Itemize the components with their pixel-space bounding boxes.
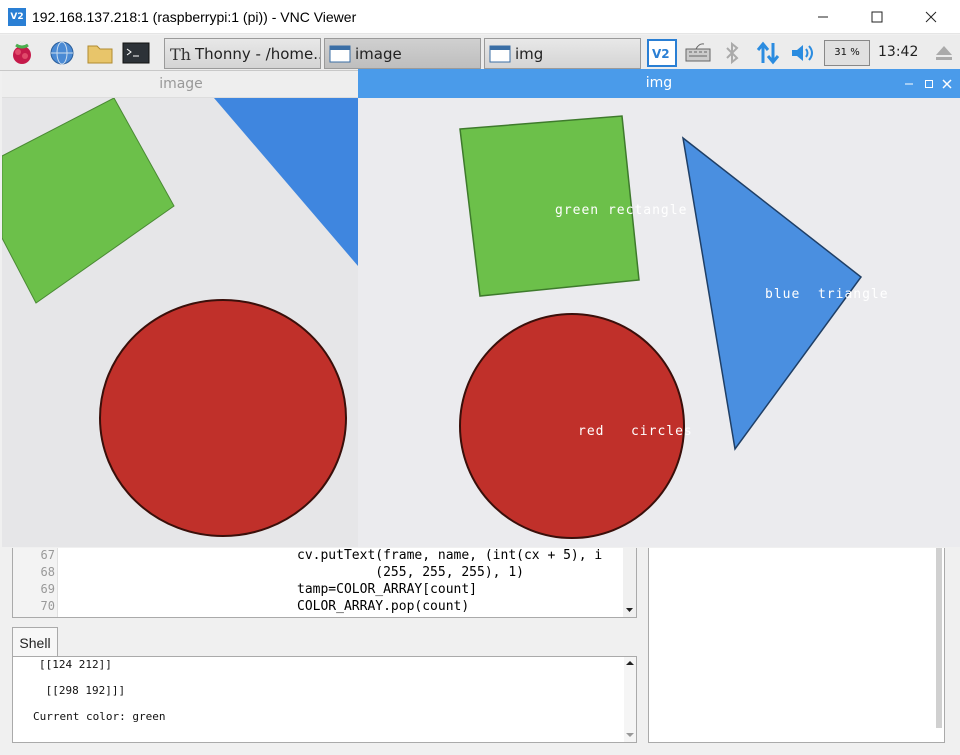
task-img[interactable]: img (484, 38, 641, 69)
bluetooth-icon (726, 41, 739, 65)
speaker-icon (792, 45, 813, 61)
network-button[interactable] (754, 39, 782, 67)
image-window[interactable]: image (2, 71, 360, 547)
code-line: tamp=COLOR_ARRAY[count] (297, 582, 478, 597)
assistant-pane[interactable] (648, 548, 945, 743)
keyboard-button[interactable] (684, 39, 712, 67)
taskbar-panel: Th Thonny - /home... image img V2 31 % 1… (0, 35, 960, 71)
clock: 13:42 (878, 44, 919, 60)
annotated-frame-image (358, 98, 960, 547)
maximize-icon (871, 11, 883, 23)
shell-console[interactable]: [[124 212]] [[298 192]]] Current color: … (12, 656, 637, 743)
code-line: COLOR_ARRAY.pop(count) (297, 599, 470, 614)
code-line: (255, 255, 255), 1) (297, 565, 524, 580)
code-editor[interactable]: 67 68 69 70 cv.putText(frame, name, (int… (12, 548, 637, 618)
shell-scrollbar[interactable] (624, 657, 636, 742)
maximize-icon (925, 80, 933, 88)
shape-label-green: green rectangle (555, 203, 688, 218)
task-thonny-label: Thonny - /home... (195, 44, 321, 63)
shape-label-blue: blue triangle (765, 287, 889, 302)
maximize-button[interactable] (854, 0, 900, 34)
file-manager-button[interactable] (86, 39, 114, 67)
img-window[interactable]: img green rectangle blue triangle red ci… (358, 69, 960, 547)
eject-button[interactable] (930, 39, 958, 67)
img-window-title-bar: img (358, 69, 960, 98)
web-browser-button[interactable] (48, 39, 76, 67)
raspberry-menu-button[interactable] (8, 39, 36, 67)
minimize-icon (905, 83, 913, 85)
globe-icon (50, 41, 74, 65)
scroll-down-arrow-icon (626, 608, 633, 612)
vnc-titlebar: V2 192.168.137.218:1 (raspberrypi:1 (pi)… (0, 0, 960, 34)
terminal-button[interactable] (122, 39, 150, 67)
minimize-icon (818, 16, 828, 18)
svg-text:V2: V2 (652, 47, 670, 61)
task-image[interactable]: image (324, 38, 481, 69)
bluetooth-button[interactable] (718, 39, 746, 67)
shape-label-red: red circles (578, 424, 693, 439)
vnc-server-button[interactable]: V2 (646, 39, 678, 67)
raspberry-icon (13, 43, 31, 64)
eject-icon (936, 46, 952, 60)
line-number: 67 (40, 548, 55, 562)
shell-output-line: Current color: green (33, 710, 166, 723)
line-number: 69 (40, 582, 55, 596)
img-window-title: img (645, 75, 673, 91)
window-maximize-button[interactable] (924, 69, 934, 101)
close-icon (925, 11, 937, 23)
window-icon (329, 45, 351, 62)
network-arrows-icon (756, 41, 780, 65)
svg-text:Th: Th (170, 45, 191, 64)
minimize-button[interactable] (800, 0, 846, 34)
image-window-title: image (2, 71, 360, 98)
vnc-logo-icon: V2 (8, 8, 26, 26)
terminal-icon (122, 42, 150, 64)
thonny-icon: Th (170, 45, 191, 64)
line-number: 70 (40, 599, 55, 613)
assistant-scrollbar[interactable] (936, 548, 942, 728)
shell-output-line: [[124 212]] (39, 658, 112, 671)
volume-button[interactable] (789, 39, 817, 67)
img-camera-view: green rectangle blue triangle red circle… (358, 98, 960, 547)
vnc-icon: V2 (647, 39, 677, 67)
code-line: cv.putText(frame, name, (int(cx + 5), i (297, 548, 603, 563)
window-close-button[interactable] (942, 69, 952, 101)
folder-icon (87, 45, 113, 64)
task-image-label: image (355, 44, 402, 63)
window-minimize-button[interactable] (904, 69, 914, 101)
scroll-arrows-icon (626, 661, 634, 737)
shell-output-line: [[298 192]]] (39, 684, 126, 697)
editor-scrollbar[interactable] (623, 548, 636, 617)
close-button[interactable] (908, 0, 954, 34)
task-thonny[interactable]: Th Thonny - /home... (164, 38, 321, 69)
cpu-monitor: 31 % (824, 40, 870, 66)
line-number-gutter: 67 68 69 70 (13, 548, 58, 617)
task-img-label: img (515, 44, 544, 63)
image-camera-view (2, 98, 358, 547)
window-title: 192.168.137.218:1 (raspberrypi:1 (pi)) -… (32, 9, 357, 25)
tab-shell[interactable]: Shell (12, 627, 58, 657)
camera-frame-image (2, 98, 358, 547)
keyboard-icon (685, 43, 711, 62)
line-number: 68 (40, 565, 55, 579)
window-icon (489, 45, 511, 62)
close-icon (942, 79, 952, 89)
